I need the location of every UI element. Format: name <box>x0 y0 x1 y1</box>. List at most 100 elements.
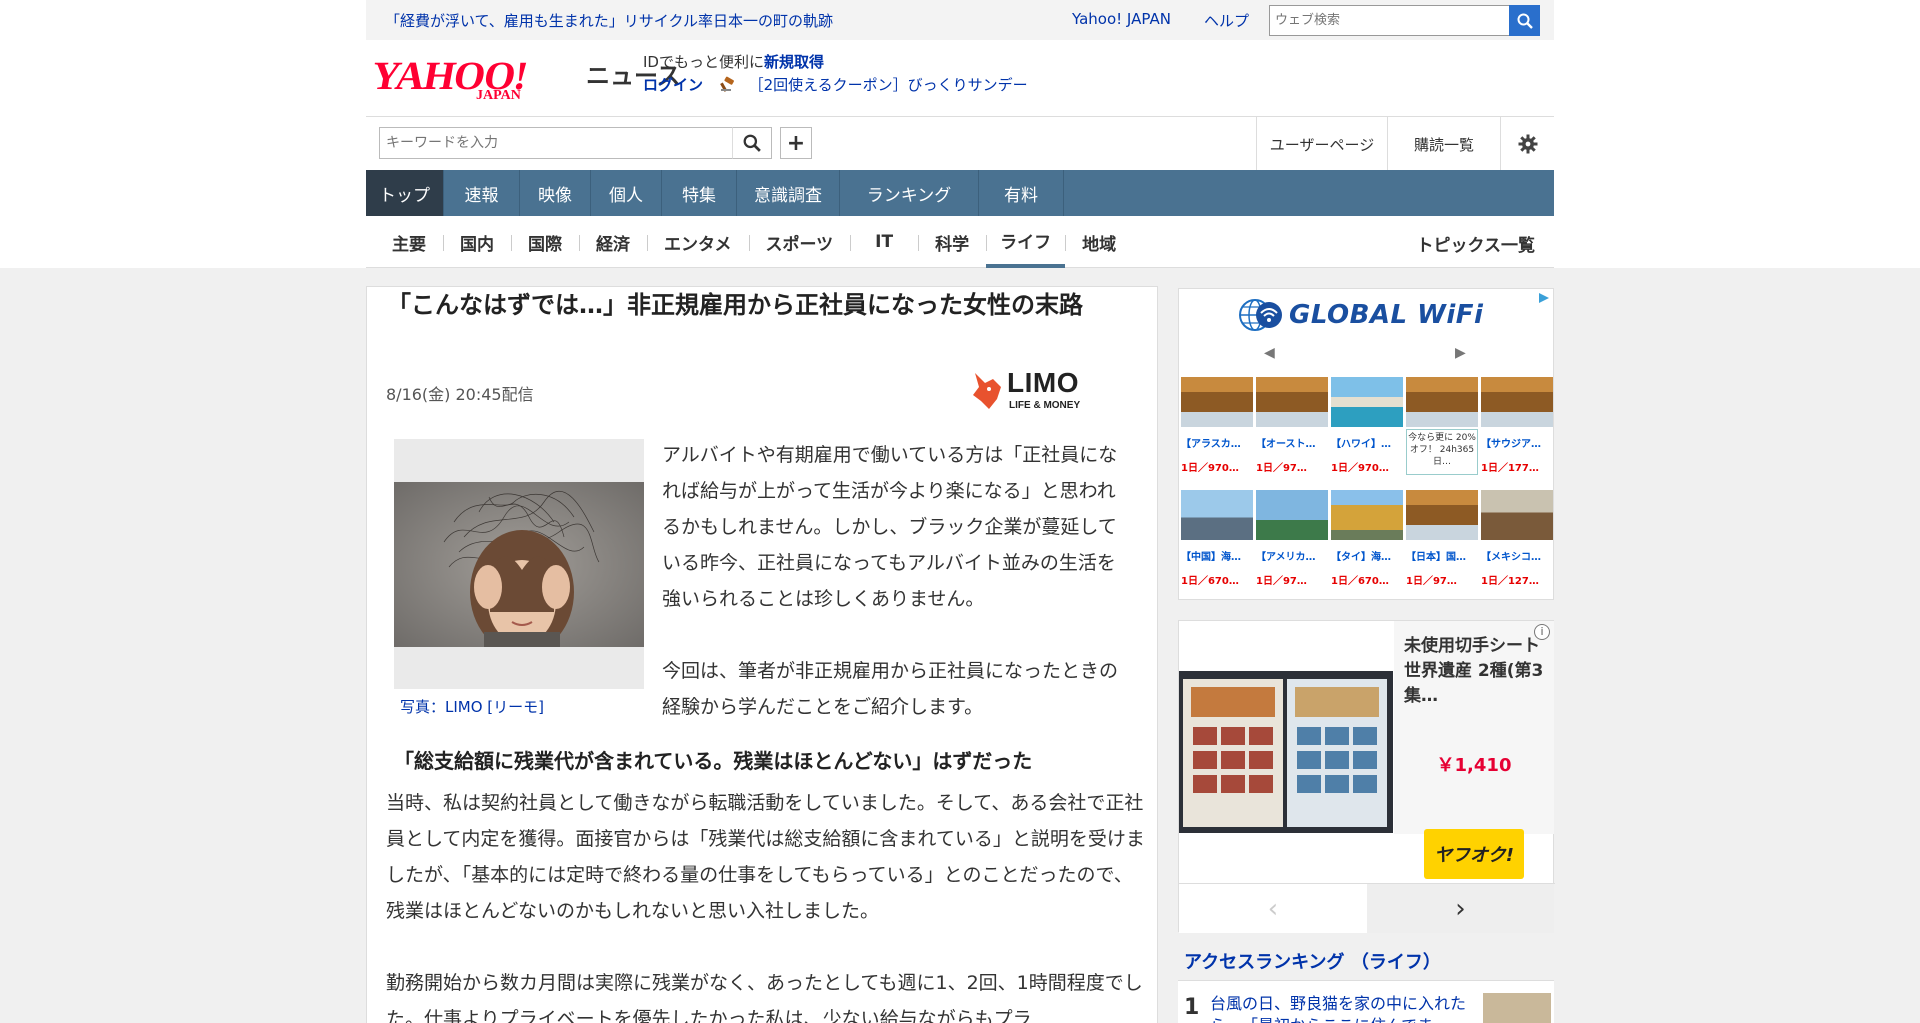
help-link[interactable]: ヘルプ <box>1204 10 1249 31</box>
lead-paragraph-1: アルバイトや有期雇用で働いている方は「正社員になれば給与が上がって生活が今より楽… <box>662 444 1118 610</box>
wifi-router-image <box>1481 377 1553 427</box>
gnav-eizo[interactable]: 映像 <box>520 170 591 216</box>
snav-it[interactable]: IT <box>850 216 918 268</box>
global-wifi-ad[interactable]: GLOBAL WiFi ◀ ▶ 【アラスカ… 1日／970… 【オースト… 1日… <box>1178 288 1554 600</box>
article-date: 8/16(金) 20:45配信 <box>386 385 534 404</box>
wifi-product-item[interactable]: 【中国】海… 1日／670… <box>1181 490 1253 587</box>
gnav-yuryo[interactable]: 有料 <box>979 170 1064 216</box>
gnav-tokushu[interactable]: 特集 <box>662 170 737 216</box>
globe-wifi-icon <box>1239 299 1282 331</box>
signup-link[interactable]: 新規取得 <box>764 53 824 71</box>
gnav-ranking[interactable]: ランキング <box>840 170 979 216</box>
search-icon <box>743 134 761 152</box>
category-nav: 主要 国内 国際 経済 エンタメ スポーツ IT 科学 ライフ 地域 トピックス… <box>366 216 1554 268</box>
gnav-kojin[interactable]: 個人 <box>591 170 662 216</box>
keyword-search-button[interactable] <box>732 127 772 159</box>
snav-shuyo[interactable]: 主要 <box>375 216 443 268</box>
auction-hammer-icon <box>719 76 734 92</box>
search-icon <box>1517 13 1533 29</box>
info-icon[interactable]: i <box>1534 624 1550 640</box>
web-search-input[interactable] <box>1269 5 1510 36</box>
global-wifi-logo: GLOBAL WiFi <box>1239 297 1483 333</box>
yahoo-news-logo[interactable]: YAHOO! JAPAN ニュース <box>368 52 681 103</box>
keyword-search-input[interactable] <box>379 127 740 159</box>
wifi-product-item[interactable]: 【メキシコ… 1日／127… <box>1481 490 1553 587</box>
add-topic-button[interactable]: + <box>780 127 812 159</box>
gear-icon <box>1518 134 1537 154</box>
yahuoku-logo[interactable]: ヤフオク! <box>1424 829 1524 879</box>
ranking-text[interactable]: 台風の日、野良猫を家の中に入れたら…「最初からここに住んでま <box>1210 993 1470 1023</box>
search-row: + ユーザーページ 購読一覧 <box>366 116 1554 171</box>
hawaii-image <box>1331 377 1403 427</box>
wifi-product-item[interactable]: 【アラスカ… 1日／970… <box>1181 377 1253 474</box>
wifi-product-item[interactable]: 今なら更に 20%オフ！ 24h365日… <box>1406 377 1478 475</box>
prev-arrow-icon[interactable]: ‹ <box>1179 884 1367 933</box>
article-subheading: 「総支給額に残業代が含まれている。残業はほとんどない」はずだった <box>394 749 1033 773</box>
snav-keizai[interactable]: 経済 <box>579 216 647 268</box>
top-bar: 「経費が浮いて、雇用も生まれた」リサイクル率日本一の町の軌跡 Yahoo! JA… <box>366 0 1554 40</box>
publisher-logo[interactable]: LIMO LIFE & MONEY <box>971 367 1101 417</box>
ranking-number: 1 <box>1184 995 1200 1020</box>
next-arrow-icon[interactable]: › <box>1367 884 1554 933</box>
wifi-product-item[interactable]: 【タイ】海… 1日／670… <box>1331 490 1403 587</box>
wifi-router-image <box>1181 377 1253 427</box>
wifi-product-item[interactable]: 【ハワイ】… 1日／970… <box>1331 377 1403 474</box>
product-title[interactable]: 未使用切手シート 世界遺産 2種(第3集… <box>1404 634 1548 709</box>
product-info[interactable]: 未使用切手シート 世界遺産 2種(第3集… ￥1,410 ヤフオク! <box>1394 621 1554 879</box>
snav-kokunai[interactable]: 国内 <box>443 216 511 268</box>
wifi-product-item[interactable]: 【日本】国… 1日／97… <box>1406 490 1478 587</box>
yahoo-japan-link[interactable]: Yahoo! JAPAN <box>1072 10 1171 28</box>
carousel-next-icon[interactable]: ▶ <box>1455 345 1466 361</box>
snav-life[interactable]: ライフ <box>986 216 1066 268</box>
coupon-link[interactable]: ［2回使えるクーポン］びっくりサンデー <box>749 76 1028 94</box>
user-links: ユーザーページ 購読一覧 <box>1256 117 1554 171</box>
wifi-product-item[interactable]: 【アメリカ… 1日／97… <box>1256 490 1328 587</box>
limo-fox-icon <box>973 373 1001 409</box>
wifi-router-image <box>1406 377 1478 427</box>
ad-choices-icon[interactable] <box>1537 291 1551 305</box>
ranking-item[interactable]: 1 台風の日、野良猫を家の中に入れたら…「最初からここに住んでま <box>1178 981 1554 1023</box>
plus-icon: + <box>786 130 806 156</box>
settings-button[interactable] <box>1500 117 1554 171</box>
snav-chiiki[interactable]: 地域 <box>1065 216 1133 268</box>
wifi-product-item[interactable]: 【オースト… 1日／97… <box>1256 377 1328 474</box>
article-lead: アルバイトや有期雇用で働いている方は「正社員になれば給与が上がって生活が今より楽… <box>662 437 1132 725</box>
subscriptions-link[interactable]: 購読一覧 <box>1387 117 1500 171</box>
global-nav: トップ 速報 映像 個人 特集 意識調査 ランキング 有料 <box>366 170 1554 216</box>
web-search-button[interactable] <box>1509 5 1540 36</box>
gnav-ishiki[interactable]: 意識調査 <box>737 170 840 216</box>
id-promo: IDでもっと便利に新規取得 <box>643 53 824 71</box>
ad-pager: ‹ › <box>1179 883 1555 933</box>
user-page-link[interactable]: ユーザーページ <box>1256 117 1387 171</box>
article-photo[interactable] <box>394 439 644 689</box>
stressed-woman-image <box>394 482 644 647</box>
article: 「こんなはずでは…」非正規雇用から正社員になった女性の末路 8/16(金) 20… <box>366 286 1158 1023</box>
lead-paragraph-2: 今回は、筆者が非正規雇用から正社員になったときの経験から学んだことをご紹介します… <box>662 660 1119 718</box>
snav-entame[interactable]: エンタメ <box>647 216 749 268</box>
topics-list-link[interactable]: トピックス一覧 <box>1417 231 1536 256</box>
gnav-top[interactable]: トップ <box>366 170 444 216</box>
login-line: ログイン ［2回使えるクーポン］びっくりサンデー <box>643 74 1028 95</box>
mexico-image <box>1481 490 1553 540</box>
stamp-sheet-image[interactable] <box>1179 671 1393 833</box>
login-link[interactable]: ログイン <box>643 76 703 94</box>
thai-temple-image <box>1331 490 1403 540</box>
snav-kokusai[interactable]: 国際 <box>511 216 579 268</box>
wifi-router-image <box>1256 377 1328 427</box>
carousel-prev-icon[interactable]: ◀ <box>1264 345 1275 361</box>
snav-kagaku[interactable]: 科学 <box>918 216 986 268</box>
wifi-router-image <box>1406 490 1478 540</box>
article-title: 「こんなはずでは…」非正規雇用から正社員になった女性の末路 <box>387 291 1083 319</box>
promo-link[interactable]: 「経費が浮いて、雇用も生まれた」リサイクル率日本一の町の軌跡 <box>385 10 833 31</box>
liberty-image <box>1256 490 1328 540</box>
snav-sports[interactable]: スポーツ <box>748 216 851 268</box>
body-paragraph-2: 勤務開始から数カ月間は実際に残業がなく、あったとしても週に1、2回、1時間程度で… <box>386 972 1143 1023</box>
photo-caption[interactable]: 写真：LIMO [リーモ] <box>400 696 544 717</box>
gnav-sokuho[interactable]: 速報 <box>444 170 520 216</box>
wifi-product-item[interactable]: 【サウジア… 1日／177… <box>1481 377 1553 474</box>
shanghai-image <box>1181 490 1253 540</box>
auction-ad[interactable]: 未使用切手シート 世界遺産 2種(第3集… ￥1,410 ヤフオク! i ‹ › <box>1178 620 1555 933</box>
product-price: ￥1,410 <box>1436 755 1512 776</box>
ranking-heading[interactable]: アクセスランキング （ライフ） <box>1184 948 1441 974</box>
ranking-thumbnail[interactable] <box>1483 993 1551 1023</box>
